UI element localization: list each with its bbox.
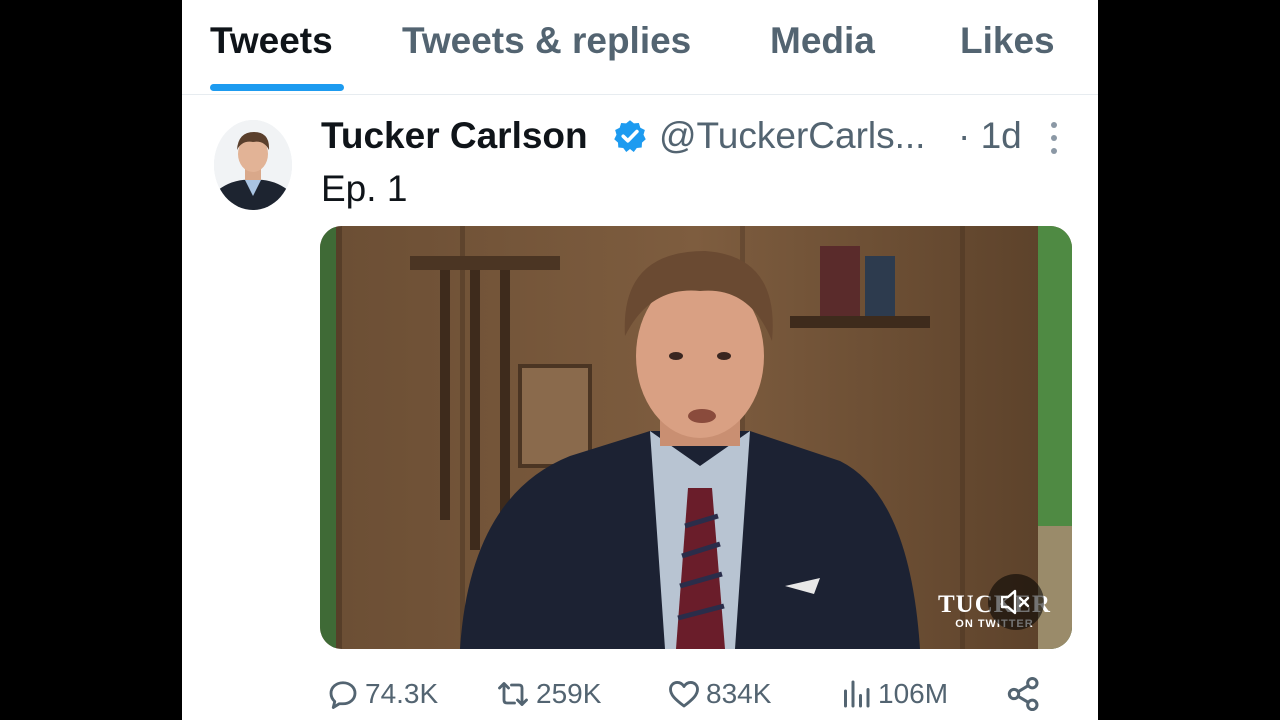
avatar[interactable] <box>214 120 292 210</box>
tweet-timestamp[interactable]: · 1d <box>958 115 1022 157</box>
like-count: 834K <box>706 678 772 709</box>
profile-timeline: Tweets Tweets & replies Media Likes Tuck… <box>182 0 1098 720</box>
views-button[interactable]: 106M <box>838 672 948 716</box>
reply-count: 74.3K <box>365 678 439 709</box>
video-frame <box>320 226 1072 649</box>
more-vertical-icon[interactable] <box>1044 120 1064 156</box>
share-icon <box>1007 677 1039 711</box>
tab-likes[interactable]: Likes <box>960 20 1055 62</box>
retweet-icon <box>498 682 528 706</box>
avatar-image <box>214 120 292 210</box>
heart-icon <box>669 681 699 708</box>
share-button[interactable] <box>1004 672 1044 716</box>
view-count: 106M <box>878 678 949 709</box>
reply-button[interactable]: 74.3K <box>325 672 438 716</box>
mute-toggle-button[interactable] <box>988 574 1044 630</box>
active-tab-indicator <box>210 84 344 91</box>
reply-icon <box>329 681 357 709</box>
author-handle[interactable]: @TuckerCarls... <box>659 115 925 157</box>
speaker-muted-icon <box>1000 589 1030 615</box>
retweet-count: 259K <box>536 678 602 709</box>
profile-tabs: Tweets Tweets & replies Media Likes <box>182 0 1098 95</box>
verified-badge-icon <box>614 120 646 153</box>
views-icon <box>844 680 870 708</box>
author-name[interactable]: Tucker Carlson <box>321 115 588 157</box>
tab-media[interactable]: Media <box>770 20 875 62</box>
tab-tweets-and-replies[interactable]: Tweets & replies <box>402 20 691 62</box>
like-button[interactable]: 834K <box>666 672 771 716</box>
retweet-button[interactable]: 259K <box>494 672 601 716</box>
tweet-video[interactable]: TUCKER ON TWITTER <box>320 226 1072 649</box>
tweet-text: Ep. 1 <box>321 168 408 209</box>
tab-tweets[interactable]: Tweets <box>210 20 333 62</box>
